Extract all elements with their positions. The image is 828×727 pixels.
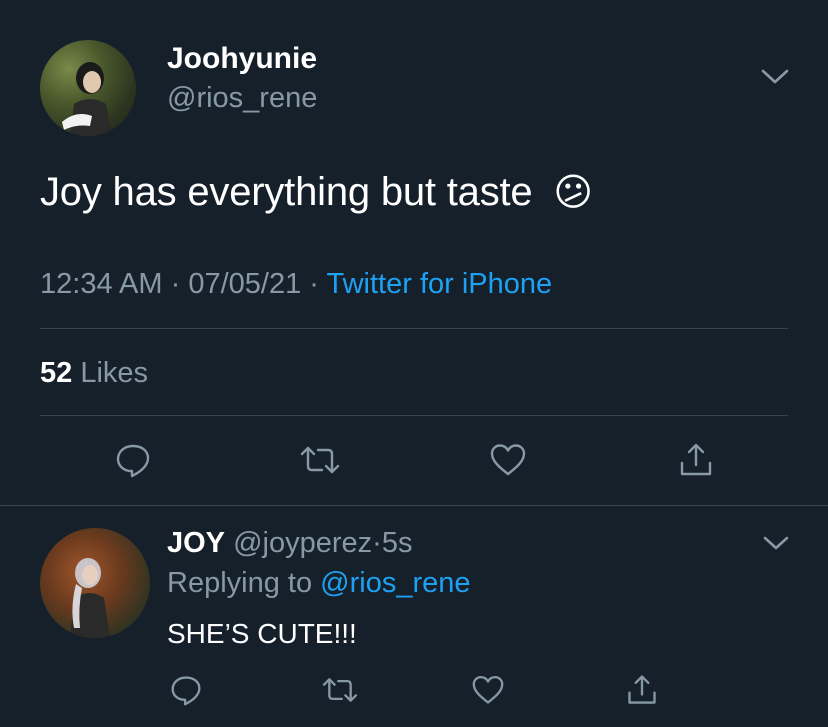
replying-prefix: Replying to xyxy=(167,567,313,599)
likes-stat[interactable]: 52 Likes xyxy=(40,357,148,390)
chevron-down-icon[interactable] xyxy=(760,66,790,88)
author-avatar[interactable] xyxy=(40,40,136,136)
reply-text: SHE’S CUTE!!! xyxy=(167,618,357,649)
confused-face-emoji: 😕 xyxy=(553,172,593,214)
tweet-date: 07/05/21 xyxy=(188,268,302,300)
meta-separator: · xyxy=(170,268,181,300)
author-handle[interactable]: @rios_rene xyxy=(167,82,317,115)
likes-label: Likes xyxy=(80,357,149,389)
likes-count: 52 xyxy=(40,357,73,389)
reply-author-avatar[interactable] xyxy=(40,528,150,638)
share-icon xyxy=(680,443,712,476)
tweet-meta: 12:34 AM · 07/05/21 · Twitter for iPhone xyxy=(40,268,552,301)
meta-separator: · xyxy=(372,527,382,559)
like-icon xyxy=(472,675,504,704)
like-icon xyxy=(490,444,526,476)
reply-author-handle[interactable]: @joyperez xyxy=(233,527,372,559)
divider xyxy=(40,328,788,329)
reply-icon xyxy=(116,444,150,478)
retweet-icon xyxy=(322,678,358,702)
reply-icon xyxy=(171,676,201,706)
divider xyxy=(0,505,828,506)
tweet-source-link[interactable]: Twitter for iPhone xyxy=(327,268,553,300)
share-button[interactable] xyxy=(676,440,716,480)
reply-retweet-button[interactable] xyxy=(320,670,360,710)
reply-header: JOY @joyperez·5s xyxy=(167,527,412,560)
retweet-button[interactable] xyxy=(300,440,340,480)
tweet-text-content: Joy has everything but taste xyxy=(40,170,533,214)
chevron-down-icon[interactable] xyxy=(762,533,790,553)
tweet-time: 12:34 AM xyxy=(40,268,163,300)
share-icon xyxy=(628,675,656,704)
reply-button[interactable] xyxy=(113,440,153,480)
like-button[interactable] xyxy=(488,440,528,480)
retweet-icon xyxy=(300,446,340,474)
reply-like-button[interactable] xyxy=(468,670,508,710)
tweet-text: Joy has everything but taste 😕 xyxy=(40,170,593,215)
divider xyxy=(40,415,788,416)
author-name[interactable]: Joohyunie xyxy=(167,42,317,76)
replying-mention-link[interactable]: @rios_rene xyxy=(320,567,470,599)
reply-age: 5s xyxy=(381,527,413,559)
reply-author-name[interactable]: JOY xyxy=(167,527,225,559)
reply-reply-button[interactable] xyxy=(166,670,206,710)
meta-separator: · xyxy=(309,268,319,300)
replying-to: Replying to @rios_rene xyxy=(167,567,471,600)
reply-share-button[interactable] xyxy=(622,670,662,710)
